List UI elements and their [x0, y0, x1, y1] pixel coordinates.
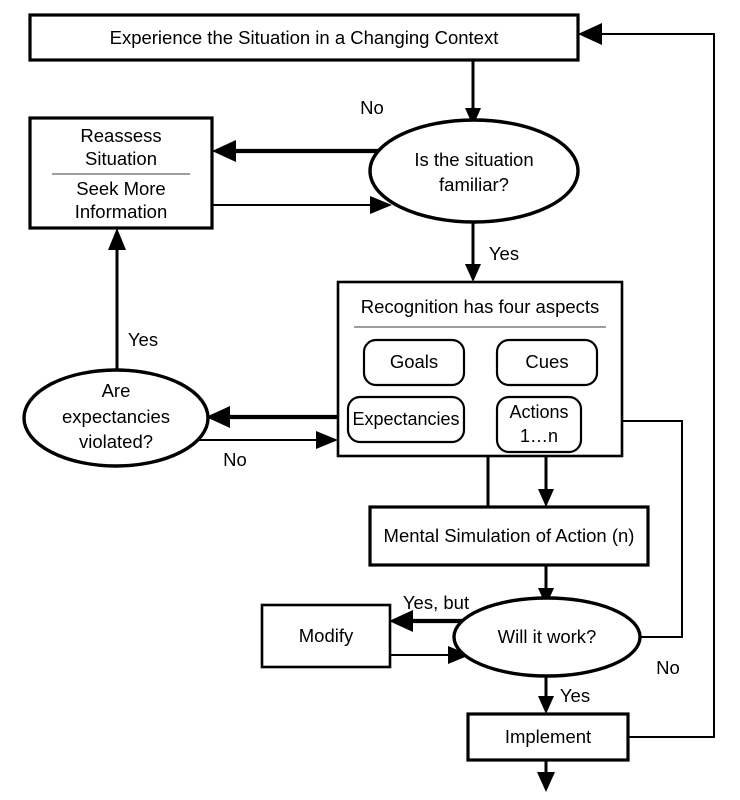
- node-goals[interactable]: Goals: [362, 338, 466, 387]
- node-modify-label: Modify: [299, 625, 354, 646]
- node-implement-label: Implement: [505, 726, 591, 747]
- edge-label-familiar-yes: Yes: [489, 243, 519, 264]
- node-violated-line1: Are: [102, 380, 131, 401]
- node-expectancies[interactable]: Expectancies: [346, 395, 466, 444]
- node-implement[interactable]: Implement: [466, 712, 630, 762]
- node-will-it-work-label: Will it work?: [498, 626, 597, 647]
- node-reassess-line1: Reassess: [80, 125, 161, 146]
- node-actions-line2: 1…n: [520, 426, 558, 446]
- edge-will-it-work-yes-to-implement: [538, 675, 554, 714]
- edge-reassess-to-familiar: [212, 196, 392, 214]
- node-violated-line3: violated?: [79, 431, 153, 452]
- edge-label-work-yes: Yes: [560, 685, 590, 706]
- edge-label-work-no: No: [656, 657, 680, 678]
- node-recognition-heading: Recognition has four aspects: [361, 296, 600, 317]
- edge-label-familiar-no: No: [360, 97, 384, 118]
- node-modify[interactable]: Modify: [260, 603, 392, 669]
- edge-violated-no-to-recognition: [190, 431, 338, 449]
- node-expectancies-label: Expectancies: [352, 409, 459, 429]
- node-is-situation-familiar[interactable]: Is the situation familiar?: [368, 118, 580, 224]
- node-goals-label: Goals: [390, 351, 438, 372]
- node-mental-simulation[interactable]: Mental Simulation of Action (n): [368, 505, 650, 567]
- node-reassess-situation[interactable]: Reassess Situation Seek More Information: [28, 116, 214, 230]
- node-experience-the-situation[interactable]: Experience the Situation in a Changing C…: [28, 13, 580, 62]
- node-reassess-line4: Information: [75, 201, 168, 222]
- edge-violated-yes-to-reassess: [108, 228, 126, 372]
- node-violated-line2: expectancies: [62, 406, 170, 427]
- node-actions[interactable]: Actions 1…n: [495, 395, 583, 454]
- edge-implement-output: [537, 760, 555, 792]
- node-mental-simulation-label: Mental Simulation of Action (n): [384, 525, 635, 546]
- node-cues-label: Cues: [525, 351, 568, 372]
- edge-label-work-yes-but: Yes, but: [403, 592, 469, 613]
- edge-familiar-no-to-reassess: [212, 140, 390, 162]
- flowchart-svg: Experience the Situation in a Changing C…: [22, 13, 715, 792]
- node-reassess-line2: Situation: [85, 148, 157, 169]
- node-familiar-line1: Is the situation: [414, 149, 533, 170]
- edge-familiar-yes-to-recognition: [465, 220, 481, 282]
- node-actions-line1: Actions: [509, 402, 568, 422]
- node-cues[interactable]: Cues: [495, 338, 599, 387]
- edge-actions-to-simulation: [538, 452, 554, 507]
- node-familiar-line2: familiar?: [439, 174, 509, 195]
- edge-expectancies-to-violated: [206, 406, 338, 428]
- node-will-it-work[interactable]: Will it work?: [452, 596, 642, 678]
- node-are-expectancies-violated[interactable]: Are expectancies violated?: [22, 368, 210, 468]
- edge-experience-to-familiar: [465, 60, 481, 126]
- node-experience-label: Experience the Situation in a Changing C…: [110, 27, 499, 48]
- node-reassess-line3: Seek More: [76, 178, 165, 199]
- flowchart-canvas: Experience the Situation in a Changing C…: [0, 0, 740, 800]
- edge-label-violated-no: No: [223, 449, 247, 470]
- edge-label-violated-yes: Yes: [128, 329, 158, 350]
